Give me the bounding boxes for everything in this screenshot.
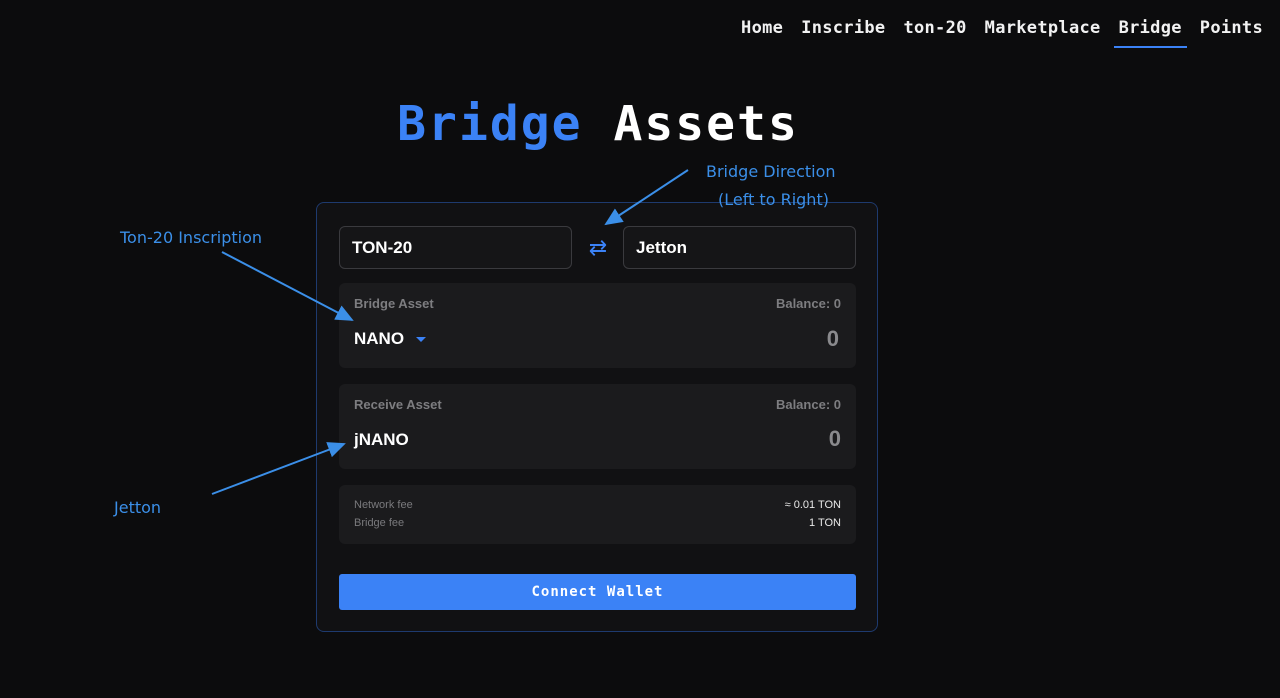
bridge-fee-label: Bridge fee (354, 517, 405, 529)
connect-wallet-button[interactable]: Connect Wallet (339, 574, 856, 610)
nav-marketplace[interactable]: Marketplace (976, 14, 1110, 48)
receive-token: jNANO (354, 430, 409, 450)
fee-summary: Network fee ≈ 0.01 TON Bridge fee 1 TON (339, 485, 856, 544)
bridge-asset-balance: Balance: 0 (775, 296, 841, 311)
receive-asset-panel: Receive Asset Balance: 0 jNANO 0 (339, 384, 856, 469)
network-fee-row: Network fee ≈ 0.01 TON (354, 499, 841, 511)
to-chain-select[interactable]: Jetton (623, 226, 856, 269)
chevron-down-icon (416, 336, 427, 342)
annotation-direction-line1: Bridge Direction (706, 162, 836, 181)
bridge-fee-row: Bridge fee 1 TON (354, 517, 841, 529)
annotation-jetton: Jetton (114, 498, 162, 517)
bridge-amount-input[interactable] (637, 325, 841, 353)
nav-points[interactable]: Points (1191, 14, 1272, 48)
page-title-rest: Assets (613, 96, 799, 152)
network-fee-value: ≈ 0.01 TON (784, 499, 841, 511)
receive-asset-label: Receive Asset (354, 397, 442, 412)
receive-amount: 0 (828, 426, 841, 451)
bridge-asset-label: Bridge Asset (354, 296, 434, 311)
annotation-direction-line2: (Left to Right) (718, 190, 829, 209)
from-chain-select[interactable]: TON-20 (339, 226, 572, 269)
bridge-asset-panel: Bridge Asset Balance: 0 NANO (339, 283, 856, 368)
page-title-accent: Bridge (397, 96, 583, 152)
page-title: Bridge Assets (0, 96, 1196, 152)
nav-ton-20[interactable]: ton-20 (894, 14, 975, 48)
nav-home[interactable]: Home (732, 14, 792, 48)
bridge-token-select[interactable]: NANO (354, 329, 427, 349)
swap-arrows-icon[interactable]: ⇄ (587, 233, 609, 263)
annotation-inscription: Ton-20 Inscription (120, 228, 263, 247)
bridge-fee-value: 1 TON (809, 517, 841, 529)
bridge-token-label: NANO (354, 329, 405, 348)
nav-bridge[interactable]: Bridge (1110, 14, 1191, 48)
receive-token-label: jNANO (354, 430, 409, 449)
nav-inscribe[interactable]: Inscribe (792, 14, 894, 48)
network-fee-label: Network fee (354, 499, 413, 511)
receive-asset-balance: Balance: 0 (775, 397, 841, 412)
bridge-page: Home Inscribe ton-20 Marketplace Bridge … (0, 0, 1280, 698)
top-nav: Home Inscribe ton-20 Marketplace Bridge … (732, 14, 1272, 48)
bridge-card: TON-20 ⇄ Jetton Bridge Asset Balance: 0 … (316, 202, 878, 632)
